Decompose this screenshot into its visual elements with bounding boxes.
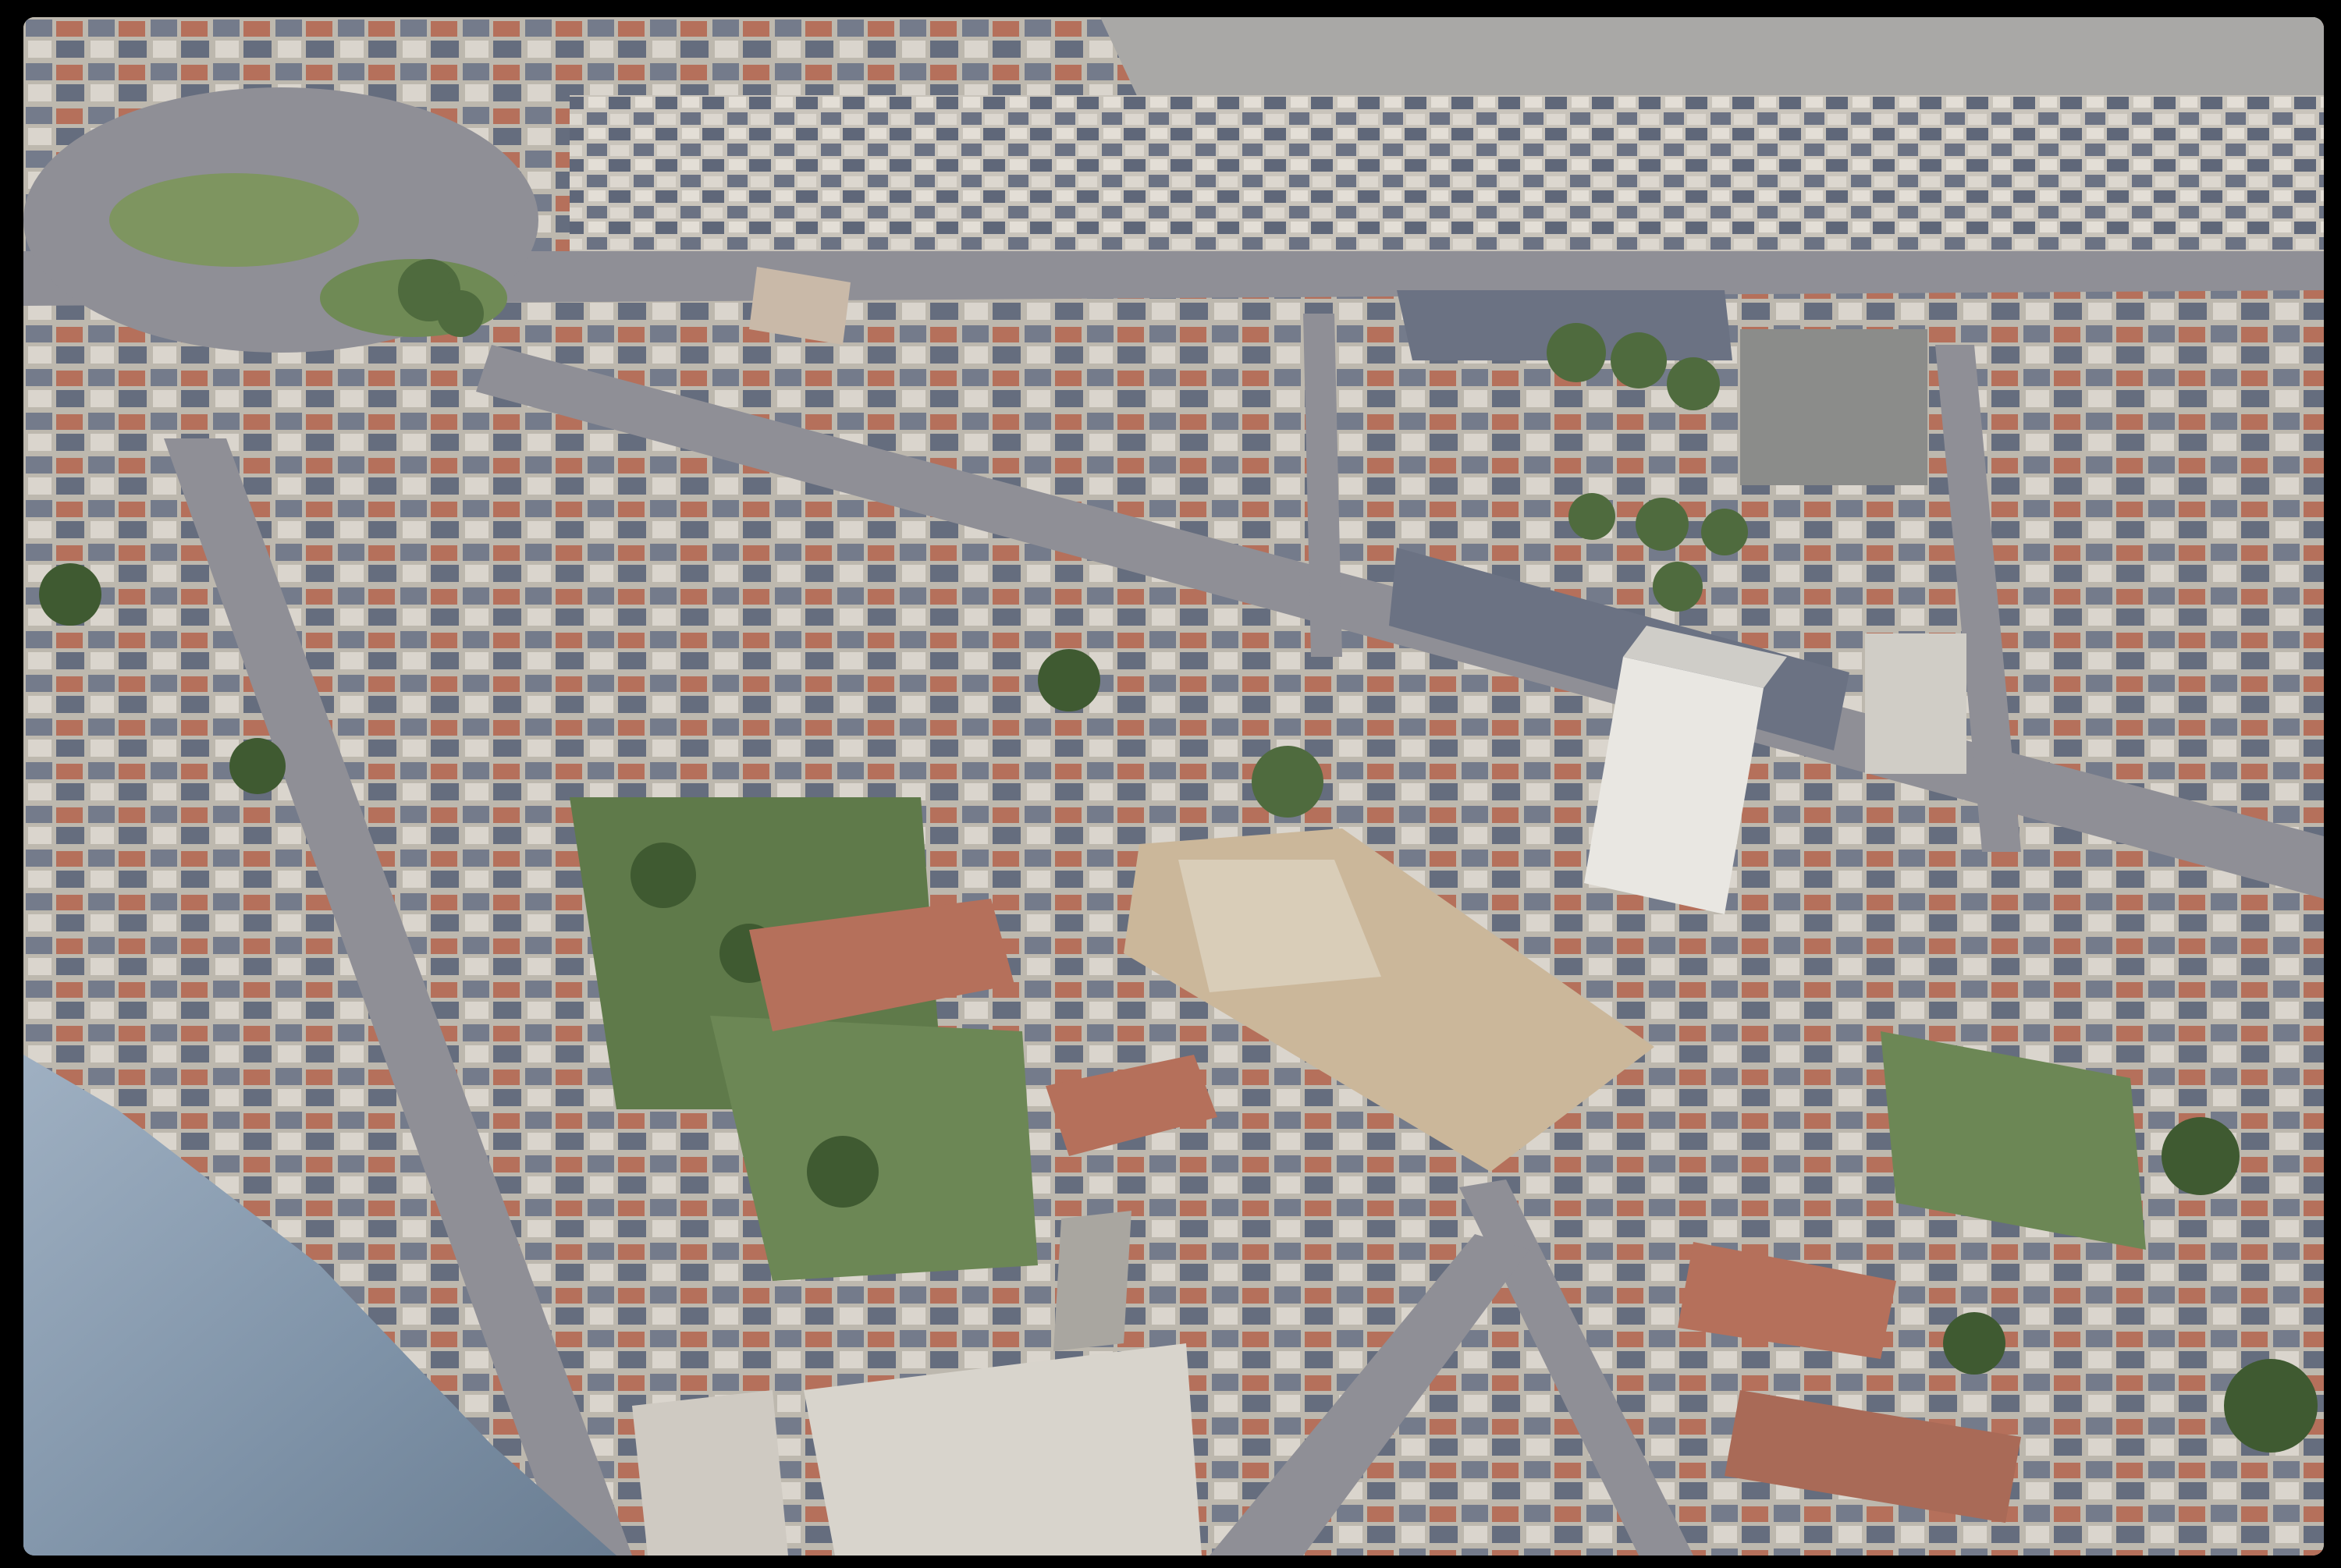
tree xyxy=(1611,332,1667,388)
tree xyxy=(437,290,484,337)
tree xyxy=(1653,562,1703,612)
tree xyxy=(1667,357,1720,410)
aerial-photograph xyxy=(23,17,2324,1556)
tree xyxy=(1547,323,1606,382)
tree xyxy=(1252,746,1323,818)
tower-structure xyxy=(1053,1211,1131,1351)
courtyard xyxy=(1740,329,1927,485)
tree xyxy=(1701,509,1748,555)
aerial-photo-illustration xyxy=(23,17,2324,1556)
house-row xyxy=(570,95,2324,251)
roundabout-green xyxy=(109,173,359,267)
tree xyxy=(1636,498,1689,551)
tree xyxy=(1568,493,1615,540)
